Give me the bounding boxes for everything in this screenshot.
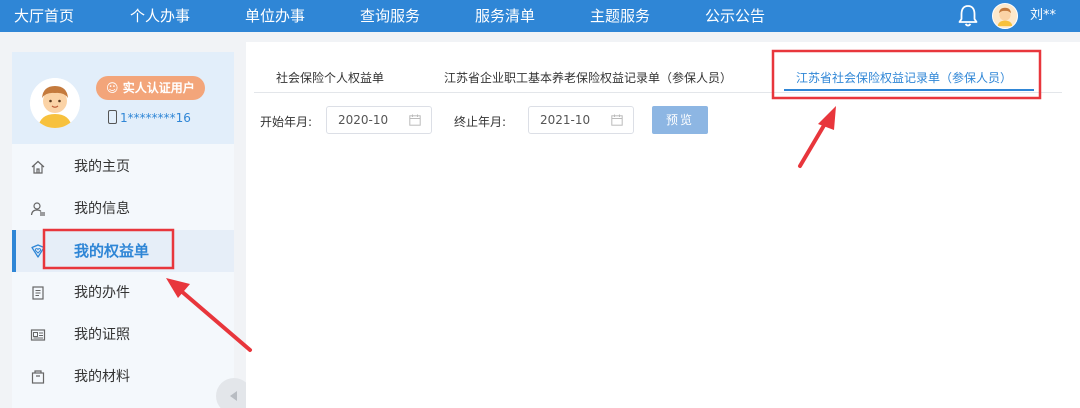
verified-user-badge: ☺ 实人认证用户 [96, 76, 205, 100]
start-month-label: 开始年月: [260, 115, 313, 129]
nav-item-personal[interactable]: 个人办事 [130, 0, 190, 32]
nav-item-theme[interactable]: 主题服务 [590, 0, 650, 32]
nav-item-hall-home[interactable]: 大厅首页 [14, 0, 74, 32]
sidebar-item-label: 我的权益单 [74, 242, 150, 260]
avatar [30, 78, 80, 128]
home-icon [31, 160, 45, 174]
sidebar-item-label: 我的信息 [74, 201, 130, 217]
nav-item-service-list[interactable]: 服务清单 [475, 0, 535, 32]
tab-jiangsu-social-insurance-record[interactable]: 江苏省社会保险权益记录单（参保人员） [796, 68, 1012, 88]
sidebar-item-home[interactable]: 我的主页 [12, 146, 234, 188]
end-month-label: 终止年月: [454, 115, 507, 129]
sidebar-item-label: 我的材料 [74, 369, 130, 385]
phone-icon [108, 110, 117, 124]
preview-button[interactable]: 预览 [652, 106, 708, 134]
sidebar-item-licenses[interactable]: 我的证照 [12, 314, 234, 356]
nav-item-query[interactable]: 查询服务 [360, 0, 420, 32]
bell-icon[interactable] [957, 4, 979, 28]
sidebar-item-label: 我的证照 [74, 327, 130, 343]
profile-card: ☺ 实人认证用户 1********16 [12, 52, 234, 144]
verified-icon: ☺ [106, 81, 123, 95]
user-avatar[interactable] [992, 3, 1018, 29]
start-month-value: 2020-10 [338, 113, 389, 127]
tab-divider [254, 92, 1062, 93]
tab-pension-insurance-record[interactable]: 江苏省企业职工基本养老保险权益记录单（参保人员） [444, 68, 732, 88]
sidebar-item-cases[interactable]: 我的办件 [12, 272, 234, 314]
sidebar-item-label: 我的办件 [74, 285, 130, 301]
main-panel: 社会保险个人权益单 江苏省企业职工基本养老保险权益记录单（参保人员） 江苏省社会… [246, 42, 1080, 408]
id-card-icon [30, 329, 46, 341]
document-icon [32, 286, 44, 300]
sidebar-item-label: 我的主页 [74, 159, 130, 175]
shield-heart-icon [31, 244, 45, 258]
phone-number: 1********16 [108, 110, 191, 126]
username[interactable]: 刘** [1030, 0, 1056, 32]
sidebar-item-rights-statement[interactable]: 我的权益单 [12, 230, 234, 272]
user-icon [30, 202, 45, 216]
end-month-value: 2021-10 [540, 113, 591, 127]
end-month-input[interactable]: 2021-10 [528, 106, 634, 134]
folder-icon [31, 370, 45, 384]
nav-item-notice[interactable]: 公示公告 [705, 0, 765, 32]
calendar-icon [409, 114, 421, 126]
tab-social-insurance-rights[interactable]: 社会保险个人权益单 [276, 68, 384, 88]
top-nav: 大厅首页 个人办事 单位办事 查询服务 服务清单 主题服务 公示公告 刘** [0, 0, 1080, 32]
start-month-input[interactable]: 2020-10 [326, 106, 432, 134]
nav-item-unit[interactable]: 单位办事 [245, 0, 305, 32]
sidebar-item-info[interactable]: 我的信息 [12, 188, 234, 230]
active-tab-indicator [784, 89, 1034, 91]
sidebar-item-materials[interactable]: 我的材料 [12, 356, 234, 398]
calendar-icon [611, 114, 623, 126]
sidebar: ☺ 实人认证用户 1********16 我的主页 我的信息 我的权益单 我的办… [12, 52, 234, 408]
